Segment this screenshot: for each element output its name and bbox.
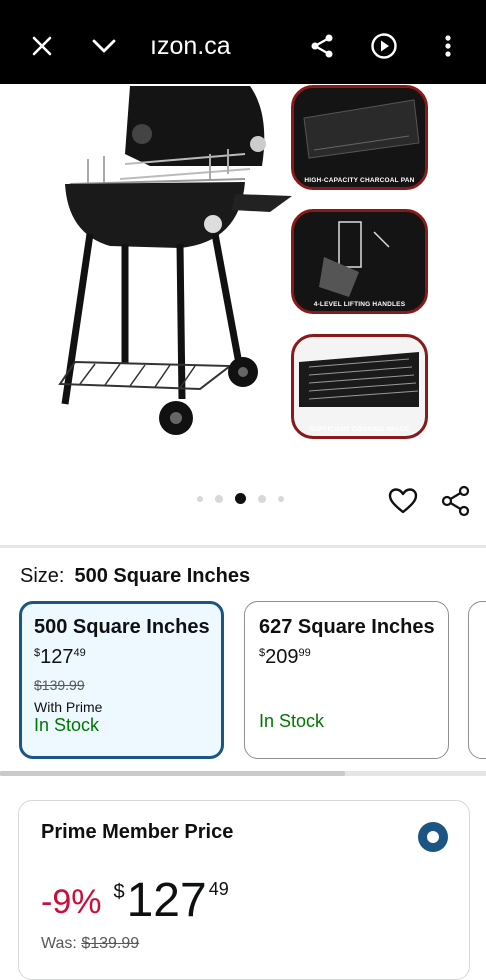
size-option-card[interactable]: 500 Square Inches $12749 $139.99 With Pr…	[19, 601, 224, 759]
thumbnail-caption: HIGH-CAPACITY CHARCOAL PAN	[304, 177, 415, 184]
chevron-down-icon[interactable]	[86, 28, 122, 64]
size-option-stock: In Stock	[259, 711, 325, 731]
carousel-dot[interactable]	[215, 494, 223, 503]
size-option-was-price: $139.99	[34, 677, 85, 693]
carousel-dot[interactable]	[197, 495, 203, 502]
size-option-title: 500 Square Inches	[34, 616, 210, 638]
size-option-price: $20999	[259, 646, 311, 668]
close-icon[interactable]	[24, 28, 60, 64]
size-option-card[interactable]: 627 Square Inches $20999 In Stock	[244, 601, 449, 759]
section-divider	[0, 545, 486, 548]
discount-percent: -9%	[41, 883, 102, 921]
carousel-dot[interactable]	[258, 494, 266, 503]
prime-price-value: -9% $ 127 49	[41, 871, 229, 925]
size-option-title: 627 Square Inches	[259, 616, 435, 638]
radio-selected-icon[interactable]	[418, 822, 448, 852]
heart-icon[interactable]	[387, 485, 419, 517]
prime-price-title: Prime Member Price	[41, 821, 234, 843]
gallery-thumbnail[interactable]: HIGH-CAPACITY CHARCOAL PAN	[291, 85, 428, 190]
was-price: Was: $139.99	[41, 935, 140, 952]
gallery-thumbnail[interactable]: SUFFICIENT COOKING SPACE	[291, 334, 428, 439]
carousel-indicator	[197, 493, 284, 504]
horizontal-scrollbar-thumb[interactable]	[0, 771, 345, 776]
size-option-card-partial[interactable]	[468, 601, 486, 759]
size-option-stock: In Stock	[34, 715, 100, 735]
size-option-prime-note: With Prime	[34, 699, 103, 715]
gallery-thumbnail[interactable]: 4-LEVEL LIFTING HANDLES	[291, 209, 428, 314]
size-selected-value: 500 Square Inches	[74, 565, 251, 587]
thumbnail-caption: 4-LEVEL LIFTING HANDLES	[313, 301, 406, 308]
price-fraction: 49	[208, 879, 229, 899]
carousel-dot-active[interactable]	[235, 493, 246, 504]
price-currency: $	[113, 881, 125, 903]
url-text[interactable]: ızon.ca	[150, 32, 231, 61]
browser-toolbar: ızon.ca	[0, 0, 486, 84]
thumbnail-caption: SUFFICIENT COOKING SPACE	[309, 426, 410, 433]
lifting-handles-image	[294, 212, 425, 311]
size-selector-header: Size: 500 Square Inches	[20, 565, 250, 588]
prime-price-option[interactable]: Prime Member Price -9% $ 127 49 Was: $13…	[18, 800, 470, 980]
product-image-gallery[interactable]: HIGH-CAPACITY CHARCOAL PAN 4-LEVEL LIFTI…	[0, 84, 486, 546]
cooking-space-image	[294, 337, 425, 436]
carousel-dot[interactable]	[278, 495, 284, 502]
size-label: Size:	[20, 565, 65, 587]
more-vertical-icon[interactable]	[430, 28, 466, 64]
price-whole: 127	[126, 874, 207, 927]
size-option-price: $12749	[34, 646, 86, 668]
grill-main-image	[58, 86, 292, 435]
share-icon[interactable]	[440, 485, 472, 517]
play-icon[interactable]	[366, 28, 402, 64]
share-icon[interactable]	[304, 28, 340, 64]
charcoal-pan-image	[294, 88, 425, 187]
